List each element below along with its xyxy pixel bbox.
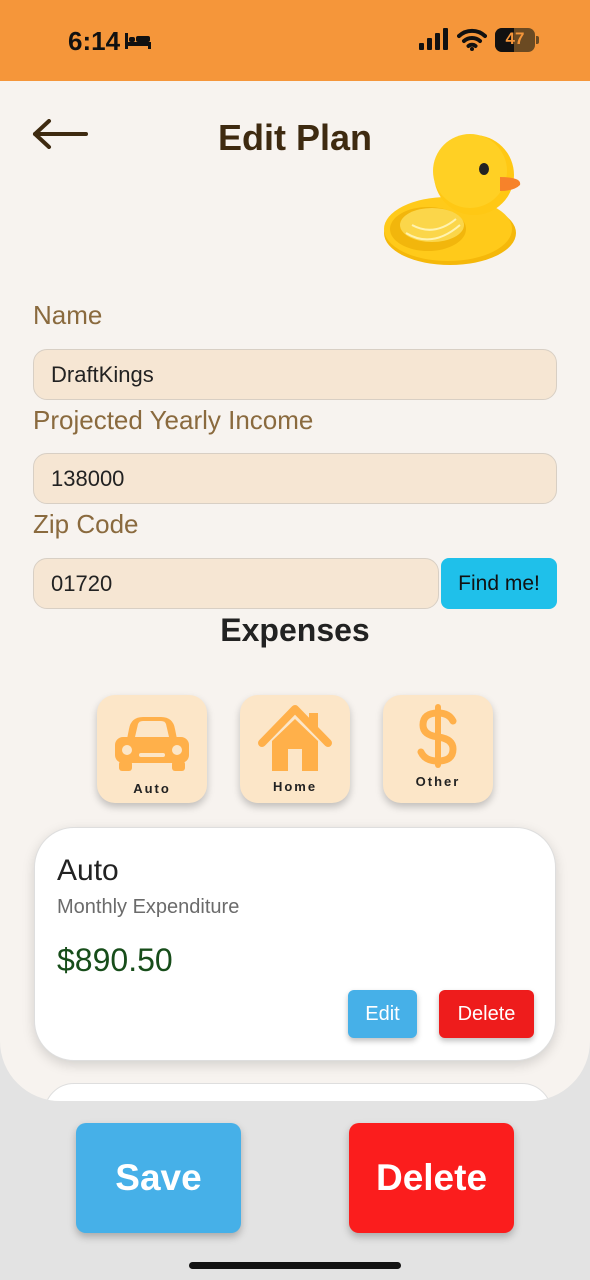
expense-card: Auto Monthly Expenditure $890.50 Edit De… (34, 827, 556, 1061)
battery-icon: 47 (495, 28, 539, 52)
category-label: Auto (133, 781, 171, 796)
home-indicator (189, 1262, 401, 1269)
status-time: 6:14 (68, 26, 121, 56)
income-input[interactable] (33, 453, 557, 504)
category-label: Other (415, 774, 461, 789)
expense-subtitle: Monthly Expenditure (57, 896, 240, 918)
name-input[interactable] (33, 349, 557, 400)
edit-plan-screen: Edit Plan Name Projected Yearly Income Z… (0, 81, 590, 1101)
zip-code-label: Zip Code (33, 509, 139, 539)
expense-edit-button[interactable]: Edit (348, 990, 417, 1038)
expense-delete-button[interactable]: Delete (439, 990, 534, 1038)
expense-amount: $890.50 (57, 942, 173, 978)
rubber-duck-icon (384, 134, 521, 265)
category-auto-button[interactable]: Auto (97, 695, 207, 803)
income-label: Projected Yearly Income (33, 405, 314, 435)
category-label: Home (272, 779, 318, 794)
battery-level: 47 (505, 29, 525, 48)
save-button[interactable]: Save (76, 1123, 241, 1233)
category-other-button[interactable]: Other (383, 695, 493, 803)
zip-code-input[interactable] (33, 558, 439, 609)
delete-plan-button[interactable]: Delete (349, 1123, 514, 1233)
wifi-icon (457, 28, 487, 51)
expense-card-partial (44, 1083, 552, 1101)
status-bar: 6:14 47 (0, 0, 590, 81)
bed-icon (125, 33, 151, 49)
expense-title: Auto (57, 854, 119, 887)
name-label: Name (33, 300, 103, 330)
expenses-title: Expenses (220, 612, 370, 648)
category-home-button[interactable]: Home (240, 695, 350, 803)
signal-icon (419, 28, 448, 50)
find-me-button[interactable]: Find me! (441, 558, 557, 609)
